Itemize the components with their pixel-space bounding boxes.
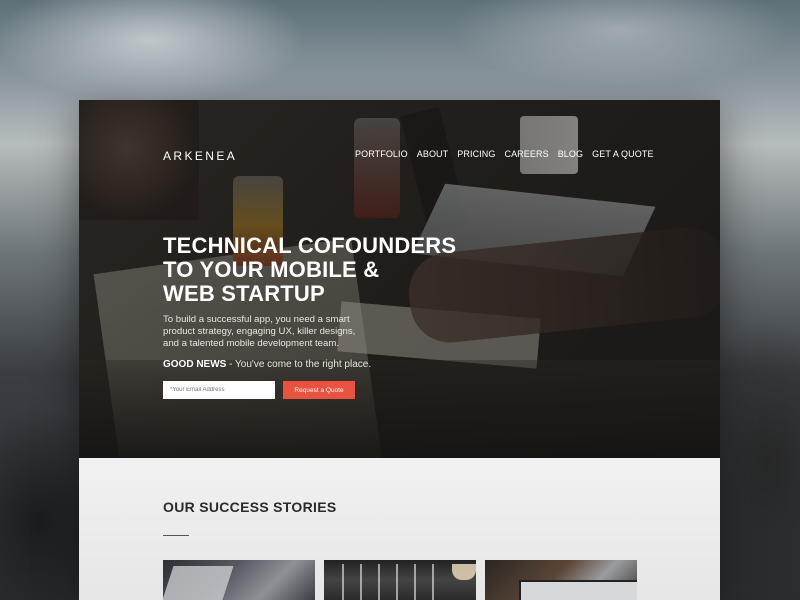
website-mockup: ARKENEA PORTFOLIO ABOUT PRICING CAREERS …	[79, 100, 720, 600]
main-nav: PORTFOLIO ABOUT PRICING CAREERS BLOG GET…	[355, 149, 663, 159]
hero-section: ARKENEA PORTFOLIO ABOUT PRICING CAREERS …	[79, 100, 720, 458]
hero-headline-line: TECHNICAL COFOUNDERS	[163, 233, 457, 258]
section-title: OUR SUCCESS STORIES	[163, 499, 337, 515]
success-story-thumbnail[interactable]	[485, 560, 637, 600]
good-news-line: GOOD NEWS - You've come to the right pla…	[163, 359, 371, 370]
hero-subtext-line: To build a successful app, you need a sm…	[163, 314, 350, 325]
thumbnail-laptop	[163, 566, 234, 600]
quote-form: Request a Quote	[163, 381, 355, 399]
hero-headline-line: WEB STARTUP	[163, 281, 325, 306]
thumbnail-lamp	[452, 564, 476, 580]
nav-item-portfolio[interactable]: PORTFOLIO	[355, 149, 408, 159]
hero-subtext-line: product strategy, engaging UX, killer de…	[163, 326, 356, 337]
thumbnail-windows	[342, 564, 442, 600]
hero-subtext-line: and a talented mobile development team.	[163, 338, 339, 349]
hero-subtext: To build a successful app, you need a sm…	[163, 314, 403, 350]
success-stories-section: OUR SUCCESS STORIES	[79, 458, 720, 600]
brand-logo[interactable]: ARKENEA	[163, 149, 237, 163]
request-quote-button[interactable]: Request a Quote	[283, 381, 355, 399]
nav-item-blog[interactable]: BLOG	[558, 149, 583, 159]
nav-item-careers[interactable]: CAREERS	[504, 149, 548, 159]
thumbnail-laptop	[519, 580, 637, 600]
nav-item-pricing[interactable]: PRICING	[457, 149, 495, 159]
hero-headline: TECHNICAL COFOUNDERS TO YOUR MOBILE & WE…	[163, 234, 456, 306]
good-news-text: - You've come to the right place.	[226, 359, 372, 370]
good-news-label: GOOD NEWS	[163, 359, 227, 370]
success-story-thumbnail[interactable]	[163, 560, 315, 600]
success-story-thumbnail[interactable]	[324, 560, 476, 600]
hero-headline-line: TO YOUR MOBILE &	[163, 257, 380, 282]
title-divider	[163, 535, 189, 536]
nav-item-about[interactable]: ABOUT	[417, 149, 449, 159]
email-input[interactable]	[163, 381, 275, 399]
nav-item-get-a-quote[interactable]: GET A QUOTE	[592, 149, 653, 159]
